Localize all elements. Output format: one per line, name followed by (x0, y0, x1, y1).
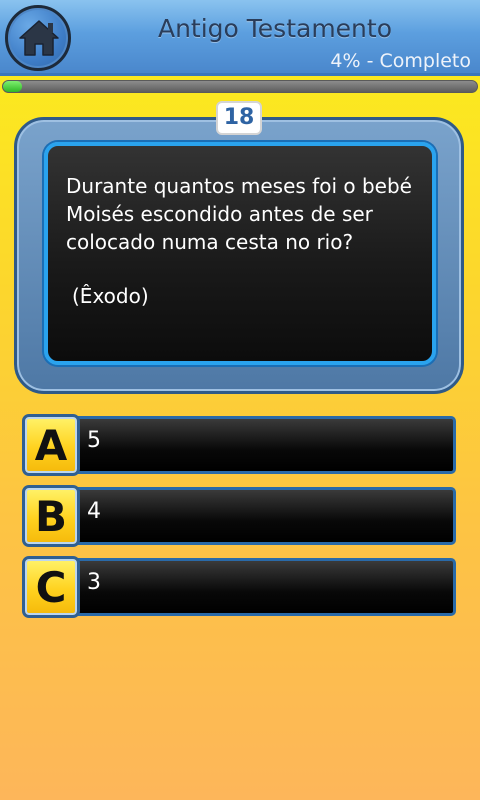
question-text: Durante quantos meses foi o bebé Moisés … (66, 174, 412, 254)
home-icon (19, 20, 59, 56)
answer-option-b[interactable]: B 4 (20, 485, 456, 548)
progress-label: 4% - Completo (330, 50, 471, 72)
category-title: Antigo Testamento (157, 14, 393, 43)
answer-option-a[interactable]: A 5 (20, 414, 456, 477)
answer-option-c[interactable]: C 3 (20, 556, 456, 619)
answer-letter-a[interactable]: A (22, 414, 80, 476)
home-button[interactable] (5, 5, 71, 71)
answer-text-c: 3 (87, 570, 101, 595)
answer-text-b: 4 (87, 499, 101, 524)
header-bar: Antigo Testamento 4% - Completo (0, 0, 480, 76)
question-panel: Durante quantos meses foi o bebé Moisés … (44, 142, 436, 365)
answer-bar[interactable] (72, 416, 456, 474)
answer-letter-c[interactable]: C (22, 556, 80, 618)
answer-bar[interactable] (72, 487, 456, 545)
progress-bar (2, 80, 478, 93)
answer-letter-b[interactable]: B (22, 485, 80, 547)
answer-bar[interactable] (72, 558, 456, 616)
question-reference: (Êxodo) (72, 284, 149, 308)
progress-bar-fill (3, 81, 22, 92)
answer-text-a: 5 (87, 428, 101, 453)
question-number-badge: 18 (216, 101, 262, 135)
